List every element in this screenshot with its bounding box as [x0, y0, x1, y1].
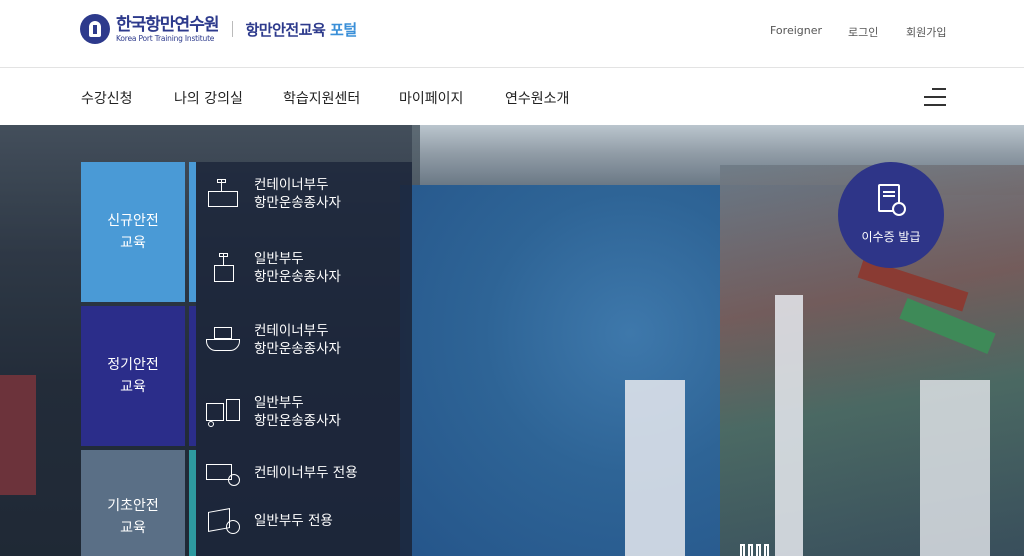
course-line1: 컨테이너부두	[254, 177, 329, 193]
course-link-new-general[interactable]: 일반부두 항만운송종사자	[204, 250, 341, 286]
logo-korean: 한국항만연수원	[116, 14, 219, 35]
category-indicator-bar	[189, 450, 196, 556]
building-icon	[740, 541, 772, 556]
hero-crane	[625, 380, 685, 556]
certificate-issue-button[interactable]: 이수증 발급	[838, 162, 944, 268]
category-new-safety-education[interactable]: 신규안전 교육	[81, 162, 185, 302]
logo-text: 한국항만연수원 Korea Port Training Institute	[116, 14, 219, 43]
category-label: 기초안전 교육	[107, 498, 159, 536]
hero-crane	[775, 295, 803, 556]
nav-item-course-registration[interactable]: 수강신청	[81, 88, 133, 108]
box-crane-icon	[204, 253, 242, 283]
category-label: 신규안전 교육	[107, 213, 159, 251]
hero-crane	[920, 380, 990, 556]
course-line1: 컨테이너부두 전용	[254, 465, 358, 481]
course-link-regular-container[interactable]: 컨테이너부두 항만운송종사자	[204, 322, 341, 358]
institute-emblem-icon	[80, 14, 110, 44]
nav-item-learning-support[interactable]: 학습지원센터	[283, 88, 360, 108]
portal-title-accent: 포털	[330, 20, 357, 39]
top-header: 한국항만연수원 Korea Port Training Institute 항만…	[0, 0, 1024, 68]
login-link[interactable]: 로그인	[848, 24, 878, 40]
course-line2: 항만운송종사자	[254, 413, 341, 429]
nav-item-my-page[interactable]: 마이페이지	[399, 88, 463, 108]
course-line2: 항만운송종사자	[254, 341, 341, 357]
course-line2: 항만운송종사자	[254, 195, 341, 211]
site-logo[interactable]: 한국항만연수원 Korea Port Training Institute 항만…	[80, 14, 357, 44]
course-link-new-container[interactable]: 컨테이너부두 항만운송종사자	[204, 176, 341, 212]
container-crane-icon	[204, 179, 242, 209]
nav-item-my-classroom[interactable]: 나의 강의실	[174, 88, 243, 108]
box-clock-icon	[204, 506, 242, 536]
signup-link[interactable]: 회원가입	[906, 24, 946, 40]
category-indicator-bar	[189, 162, 196, 302]
category-regular-safety-education[interactable]: 정기안전 교육	[81, 306, 185, 446]
container-clock-icon	[204, 458, 242, 488]
course-link-basic-general[interactable]: 일반부두 전용	[204, 506, 333, 536]
category-indicator-bar	[189, 306, 196, 446]
certificate-issue-label: 이수증 발급	[861, 230, 921, 244]
main-navigation: 수강신청 나의 강의실 학습지원센터 마이페이지 연수원소개	[0, 69, 1024, 125]
forklift-icon	[204, 397, 242, 427]
nav-item-about[interactable]: 연수원소개	[505, 88, 569, 108]
certificate-seal-icon	[892, 202, 906, 216]
logo-divider	[232, 21, 234, 37]
foreigner-link[interactable]: Foreigner	[770, 24, 822, 37]
portal-title: 항만안전교육 포털	[245, 19, 357, 40]
category-basic-safety-education[interactable]: 기초안전 교육	[81, 450, 185, 556]
course-line1: 일반부두	[254, 395, 304, 411]
course-line1: 컨테이너부두	[254, 323, 329, 339]
course-link-basic-container[interactable]: 컨테이너부두 전용	[204, 458, 358, 488]
logo-english: Korea Port Training Institute	[116, 33, 215, 43]
hamburger-icon[interactable]	[924, 86, 946, 108]
course-submenu-panel: 컨테이너부두 항만운송종사자 일반부두 항만운송종사자 컨테이너부두 항만운송종…	[196, 162, 412, 556]
category-label: 정기안전 교육	[107, 357, 159, 395]
course-line2: 항만운송종사자	[254, 269, 341, 285]
portal-title-main: 항만안전교육	[245, 20, 326, 39]
course-line1: 일반부두	[254, 251, 304, 267]
container-ship-icon	[204, 325, 242, 355]
course-link-regular-general[interactable]: 일반부두 항만운송종사자	[204, 394, 341, 430]
course-line1: 일반부두 전용	[254, 513, 333, 529]
